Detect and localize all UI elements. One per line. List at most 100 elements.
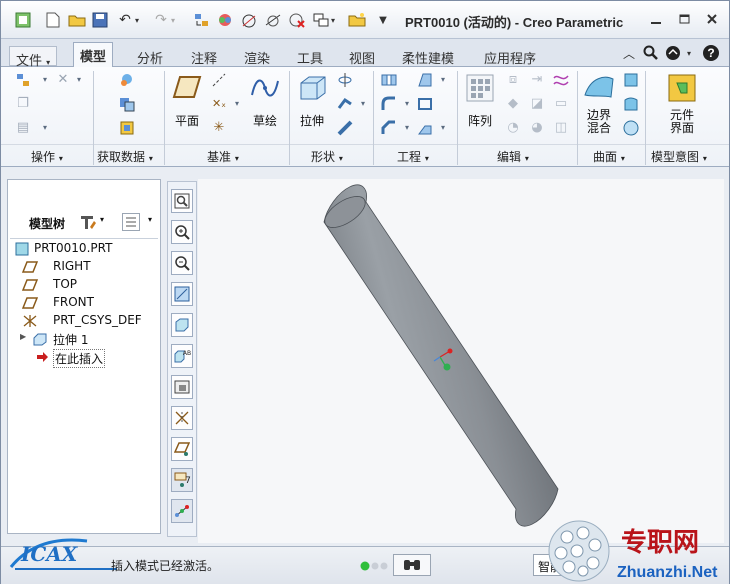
group-get-data[interactable]: 获取数据 ▾ xyxy=(97,148,153,165)
undo-dropdown-icon[interactable]: ▾ xyxy=(127,10,147,30)
pattern-button[interactable]: 阵列 xyxy=(461,71,499,137)
paste-icon[interactable]: ▤ xyxy=(15,120,31,136)
sweep-dropdown-icon[interactable]: ▾ xyxy=(355,96,371,112)
revolve-icon[interactable] xyxy=(337,72,353,88)
extrude-button[interactable]: 拉伸 xyxy=(293,71,331,137)
measure-icon[interactable] xyxy=(239,10,259,30)
round-icon[interactable] xyxy=(381,96,397,112)
sketch-button[interactable]: 草绘 xyxy=(245,71,285,137)
new-icon[interactable] xyxy=(43,10,63,30)
mirror-icon[interactable]: ⧈ xyxy=(505,72,521,88)
tree-filters-icon[interactable] xyxy=(122,213,140,231)
delete-icon[interactable] xyxy=(287,10,307,30)
style-icon[interactable] xyxy=(623,96,639,112)
datum-axis-icon[interactable] xyxy=(211,72,227,88)
restore-button[interactable] xyxy=(673,9,695,29)
merge-icon[interactable]: ◔ xyxy=(505,120,521,136)
delete-dropdown-icon[interactable]: ▾ xyxy=(71,72,87,88)
component-interface-button[interactable]: 元件 界面 xyxy=(659,71,705,139)
fill-icon[interactable] xyxy=(623,72,639,88)
view-manager-icon[interactable] xyxy=(171,375,193,399)
minimize-button[interactable] xyxy=(645,9,667,29)
group-model-intent[interactable]: 模型意图 ▾ xyxy=(651,148,707,165)
tree-item-csys[interactable]: PRT_CSYS_DEF xyxy=(53,313,142,327)
regenerate-dropdown-icon[interactable]: ▾ xyxy=(37,72,53,88)
tree-settings-icon[interactable] xyxy=(78,213,98,231)
copy-icon[interactable]: ❐ xyxy=(15,96,31,112)
draft-icon[interactable] xyxy=(417,72,433,88)
delete-icon[interactable]: ✕ xyxy=(55,72,71,88)
tab-file[interactable]: 文件 ▾ xyxy=(9,46,58,69)
tree-item-insert-here[interactable]: 在此插入 xyxy=(53,349,106,368)
datum-display-icon[interactable] xyxy=(171,406,193,430)
graphics-window[interactable] xyxy=(198,179,724,543)
community-dropdown-icon[interactable]: ▾ xyxy=(679,43,699,63)
annotation-display-icon[interactable]: 7 xyxy=(171,468,193,492)
chamfer-dropdown-icon[interactable]: ▾ xyxy=(399,120,415,136)
tree-item-right[interactable]: RIGHT xyxy=(53,259,91,273)
datum-point-dropdown-icon[interactable]: ▾ xyxy=(229,96,245,112)
refit-icon[interactable] xyxy=(171,189,193,213)
render-icon[interactable] xyxy=(215,10,235,30)
draft-dropdown-icon[interactable]: ▾ xyxy=(435,72,451,88)
customize-icon[interactable]: ▼ xyxy=(373,10,393,30)
tab-model[interactable]: 模型 xyxy=(73,42,114,68)
saved-views-icon[interactable]: AB xyxy=(171,344,193,368)
group-engineering[interactable]: 工程 ▾ xyxy=(397,148,429,165)
swept-blend-icon[interactable] xyxy=(337,120,353,136)
tree-item-top[interactable]: TOP xyxy=(53,277,77,291)
boundary-blend-button[interactable]: 边界 混合 xyxy=(581,71,617,139)
thicken-icon[interactable]: ▭ xyxy=(553,96,569,112)
tree-item-extrude[interactable]: 拉伸 1 xyxy=(53,331,88,348)
find-button[interactable] xyxy=(393,554,431,576)
tab-view[interactable]: 视图 xyxy=(343,45,381,67)
intersect-icon[interactable]: ◕ xyxy=(529,120,545,136)
rib-icon[interactable] xyxy=(417,120,433,136)
window-dropdown-icon[interactable]: ▾ xyxy=(323,10,343,30)
shrinkwrap-icon[interactable] xyxy=(119,120,135,136)
display-style-icon[interactable] xyxy=(171,313,193,337)
copy-geometry-icon[interactable] xyxy=(119,96,135,112)
extend-icon[interactable]: ⇥ xyxy=(529,72,545,88)
tab-render[interactable]: 渲染 xyxy=(238,45,276,67)
repaint-icon[interactable] xyxy=(171,282,193,306)
group-shapes[interactable]: 形状 ▾ xyxy=(311,148,343,165)
round-dropdown-icon[interactable]: ▾ xyxy=(399,96,415,112)
solidify-icon[interactable]: ◫ xyxy=(553,120,569,136)
search-icon[interactable] xyxy=(641,43,661,63)
tab-applications[interactable]: 应用程序 xyxy=(478,45,542,67)
collapse-ribbon-icon[interactable]: ︿ xyxy=(619,43,639,63)
tree-item-part[interactable]: PRT0010.PRT xyxy=(34,241,112,255)
group-operations[interactable]: 操作 ▾ xyxy=(31,148,63,165)
datum-point-icon[interactable]: ✕ₓ xyxy=(211,96,227,112)
expand-icon[interactable]: ▶ xyxy=(20,332,26,341)
chamfer-icon[interactable] xyxy=(381,120,397,136)
tab-annotate[interactable]: 注释 xyxy=(185,45,223,67)
redo-dropdown-icon[interactable]: ▾ xyxy=(163,10,183,30)
section-icon[interactable] xyxy=(263,10,283,30)
group-editing[interactable]: 编辑 ▾ xyxy=(497,148,529,165)
tree-filters-dropdown-icon[interactable]: ▾ xyxy=(148,215,152,224)
offset-icon[interactable] xyxy=(553,72,569,88)
plane-button[interactable]: 平面 xyxy=(169,71,205,137)
zoom-out-icon[interactable] xyxy=(171,251,193,275)
open-icon[interactable] xyxy=(67,10,87,30)
coordinate-system-icon[interactable]: ✳ xyxy=(211,120,227,136)
folder-icon[interactable] xyxy=(347,10,367,30)
shell-icon[interactable] xyxy=(417,96,433,112)
cylinder-body[interactable] xyxy=(320,184,559,527)
tree-item-front[interactable]: FRONT xyxy=(53,295,94,309)
plane-display-icon[interactable] xyxy=(171,437,193,461)
regenerate-icon[interactable] xyxy=(15,72,31,88)
window-icon[interactable] xyxy=(13,10,33,30)
zoom-in-icon[interactable] xyxy=(171,220,193,244)
csys-display-icon[interactable] xyxy=(171,499,193,523)
save-icon[interactable] xyxy=(90,10,110,30)
group-datum[interactable]: 基准 ▾ xyxy=(207,148,239,165)
close-button[interactable] xyxy=(701,9,723,29)
freestyle-icon[interactable] xyxy=(623,120,639,136)
user-defined-feature-icon[interactable] xyxy=(119,72,135,88)
paste-dropdown-icon[interactable]: ▾ xyxy=(37,120,53,136)
tab-tools[interactable]: 工具 xyxy=(291,45,329,67)
group-surfaces[interactable]: 曲面 ▾ xyxy=(593,148,625,165)
